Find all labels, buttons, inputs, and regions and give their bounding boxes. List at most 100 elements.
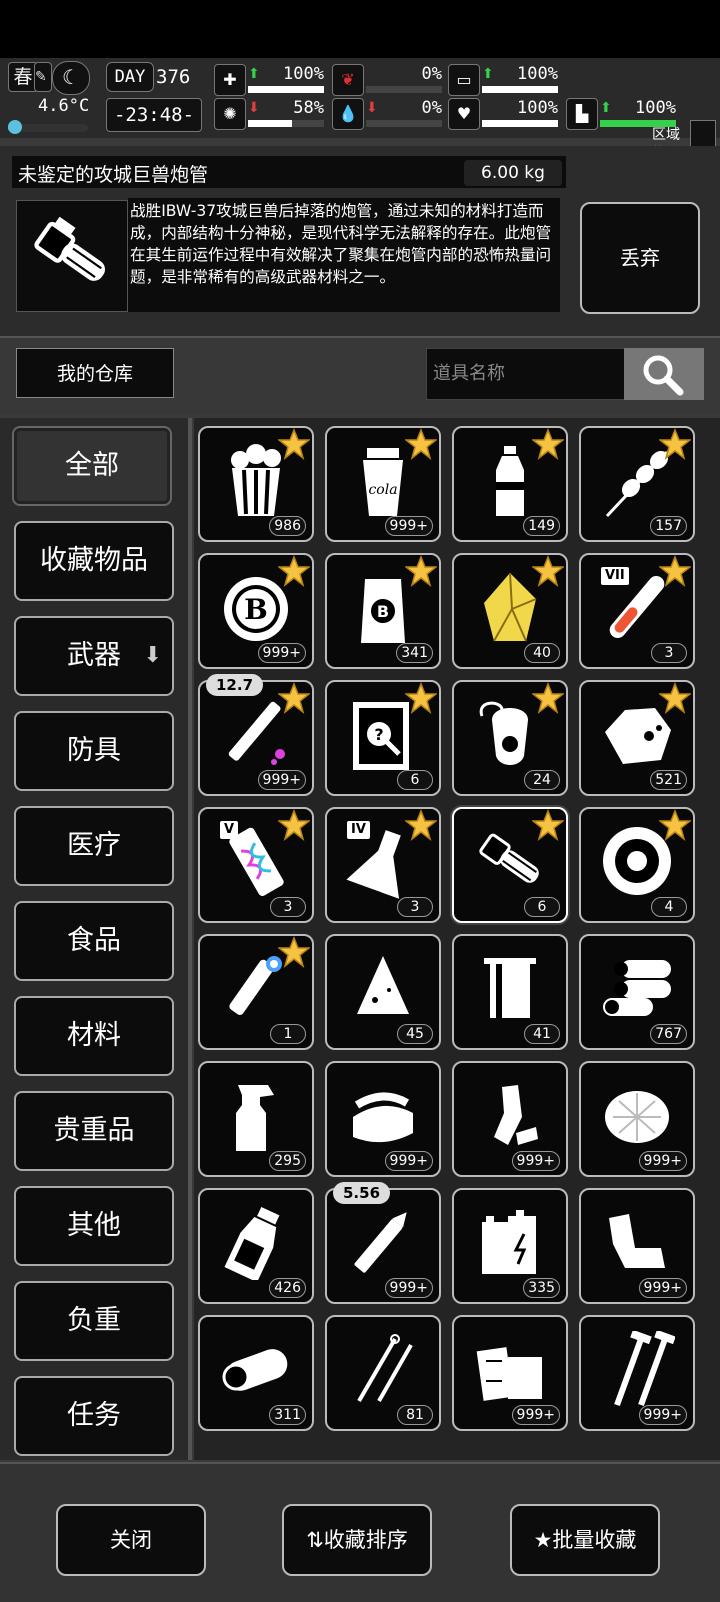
inventory-slot[interactable]: 24 xyxy=(452,680,568,796)
inventory-slot[interactable]: VII 3 xyxy=(579,553,695,669)
inventory-slot[interactable]: IV 3 xyxy=(325,807,441,923)
inventory-slot[interactable]: 999+ xyxy=(325,1061,441,1177)
arrow-up-icon: ⬆ xyxy=(600,100,612,116)
category-0[interactable]: 全部 xyxy=(12,426,172,506)
top-black-bar xyxy=(0,0,720,58)
category-label: 负重 xyxy=(67,1305,121,1336)
stat-hunger: ❦ 0% xyxy=(332,64,444,96)
star-icon xyxy=(659,555,691,587)
item-thumbnail xyxy=(16,200,128,312)
inventory-slot[interactable]: 311 xyxy=(198,1315,314,1431)
star-icon xyxy=(278,555,310,587)
arrow-up-icon: ⬆ xyxy=(482,66,494,82)
inventory-slot[interactable]: 1 xyxy=(198,934,314,1050)
category-2[interactable]: 武器 ⬇ xyxy=(14,616,174,696)
inventory-slot[interactable]: 295 xyxy=(198,1061,314,1177)
star-icon xyxy=(532,428,564,460)
inventory-slot[interactable]: 157 xyxy=(579,426,695,542)
cloth-scrap-icon xyxy=(357,956,409,1014)
inventory-slot[interactable]: 986 xyxy=(198,426,314,542)
search-input[interactable] xyxy=(427,349,619,397)
caliber-tag: 5.56 xyxy=(333,1182,391,1204)
star-icon xyxy=(405,555,437,587)
planks-icon xyxy=(476,1347,542,1401)
item-count: 295 xyxy=(269,1151,306,1171)
stat-thirst: 💧 ⬇ 0% xyxy=(332,98,444,130)
item-count: 41 xyxy=(524,1024,560,1044)
category-4[interactable]: 医疗 xyxy=(14,806,174,886)
category-6[interactable]: 材料 xyxy=(14,996,174,1076)
inventory-slot[interactable]: 81 xyxy=(325,1315,441,1431)
inventory-slot[interactable]: 5.56 999+ xyxy=(325,1182,441,1304)
inventory-slot[interactable]: 999+ xyxy=(452,1315,568,1431)
category-5[interactable]: 食品 xyxy=(14,901,174,981)
close-button[interactable]: 关闭 xyxy=(56,1504,206,1576)
inventory-slot[interactable]: 45 xyxy=(325,934,441,1050)
star-icon xyxy=(405,428,437,460)
feather-icon: ✎ xyxy=(34,62,52,92)
arrow-down-icon: ⬇ xyxy=(143,643,162,668)
category-3[interactable]: 防具 xyxy=(14,711,174,791)
scrap-metal-icon xyxy=(609,1214,665,1268)
item-count: 999+ xyxy=(384,1278,433,1298)
stat-bar xyxy=(366,120,442,127)
discard-button[interactable]: 丢弃 xyxy=(580,202,700,314)
category-1[interactable]: 收藏物品 xyxy=(14,521,174,601)
inventory-slot[interactable]: 999+ xyxy=(579,1315,695,1431)
thermometer-icon xyxy=(8,120,22,134)
inventory-slot[interactable]: B 341 xyxy=(325,553,441,669)
inventory-slot[interactable]: 4 xyxy=(579,807,695,923)
tier-badge: VII xyxy=(601,567,629,585)
stat-value: 0% xyxy=(421,98,442,118)
inventory-slot[interactable]: 999+ xyxy=(452,1061,568,1177)
inventory-slot[interactable]: 426 xyxy=(198,1188,314,1304)
star-icon xyxy=(278,682,310,714)
inventory-slot[interactable]: 521 xyxy=(579,680,695,796)
item-count: 999+ xyxy=(384,516,433,536)
caliber-tag: 12.7 xyxy=(206,674,264,696)
inventory-slot[interactable]: 6 xyxy=(452,807,568,923)
stat-bar xyxy=(366,86,442,93)
swap-arrows-icon: ⇅ xyxy=(306,1528,324,1552)
category-label: 武器 xyxy=(67,640,121,671)
category-7[interactable]: 贵重品 xyxy=(14,1091,174,1171)
blood-drop-icon: 💧 xyxy=(332,98,364,130)
inventory-grid: 986 cola 999+ 149 157 B 999+ B 341 40 VII 3 12.7 999+… xyxy=(194,418,720,1460)
stat-value: 100% xyxy=(635,98,676,118)
inventory-slot[interactable]: cola 999+ xyxy=(325,426,441,542)
inventory-slot[interactable]: 999+ xyxy=(579,1061,695,1177)
category-9[interactable]: 负重 xyxy=(14,1281,174,1361)
inventory-slot[interactable]: 149 xyxy=(452,426,568,542)
favorite-sort-button[interactable]: ⇅收藏排序 xyxy=(282,1504,432,1576)
inventory-slot[interactable]: 767 xyxy=(579,934,695,1050)
crushed-bottle-icon xyxy=(494,1085,538,1145)
inventory-slot[interactable]: B 999+ xyxy=(198,553,314,669)
inventory-slot[interactable]: V3 xyxy=(198,807,314,923)
category-label: 防具 xyxy=(67,735,121,766)
batch-favorite-button[interactable]: ★批量收藏 xyxy=(510,1504,660,1576)
status-bar: 春 ✎ ☾ 4.6°C DAY 376 -23:48- ✚ ⬆ 100% ❦ 0% ▭ ⬆ 1… xyxy=(0,58,720,192)
category-label: 收藏物品 xyxy=(40,545,148,576)
inventory-slot[interactable]: ? 6 xyxy=(325,680,441,796)
clock-time: -23:48- xyxy=(106,98,202,132)
category-10[interactable]: 任务 xyxy=(14,1376,174,1456)
search-button[interactable] xyxy=(624,348,704,400)
warehouse-tab[interactable]: 我的仓库 xyxy=(16,348,174,398)
inventory-slot[interactable]: 40 xyxy=(452,553,568,669)
inventory-slot[interactable]: 335 xyxy=(452,1188,568,1304)
heart-icon: ♥ xyxy=(448,98,480,130)
item-count: 149 xyxy=(523,516,560,536)
item-count: 999+ xyxy=(638,1278,687,1298)
item-count: 426 xyxy=(269,1278,306,1298)
inventory-slot[interactable]: 41 xyxy=(452,934,568,1050)
inventory-slot[interactable]: 12.7 999+ xyxy=(198,674,314,796)
svg-text:cola: cola xyxy=(368,482,397,498)
item-count: 999+ xyxy=(257,770,306,790)
stat-value: 0% xyxy=(421,64,442,84)
folded-cloth-icon xyxy=(353,1092,413,1143)
category-8[interactable]: 其他 xyxy=(14,1186,174,1266)
star-icon xyxy=(278,428,310,460)
inventory-slot[interactable]: 999+ xyxy=(579,1188,695,1304)
stat-value: 100% xyxy=(283,64,324,84)
item-count: 521 xyxy=(650,770,687,790)
